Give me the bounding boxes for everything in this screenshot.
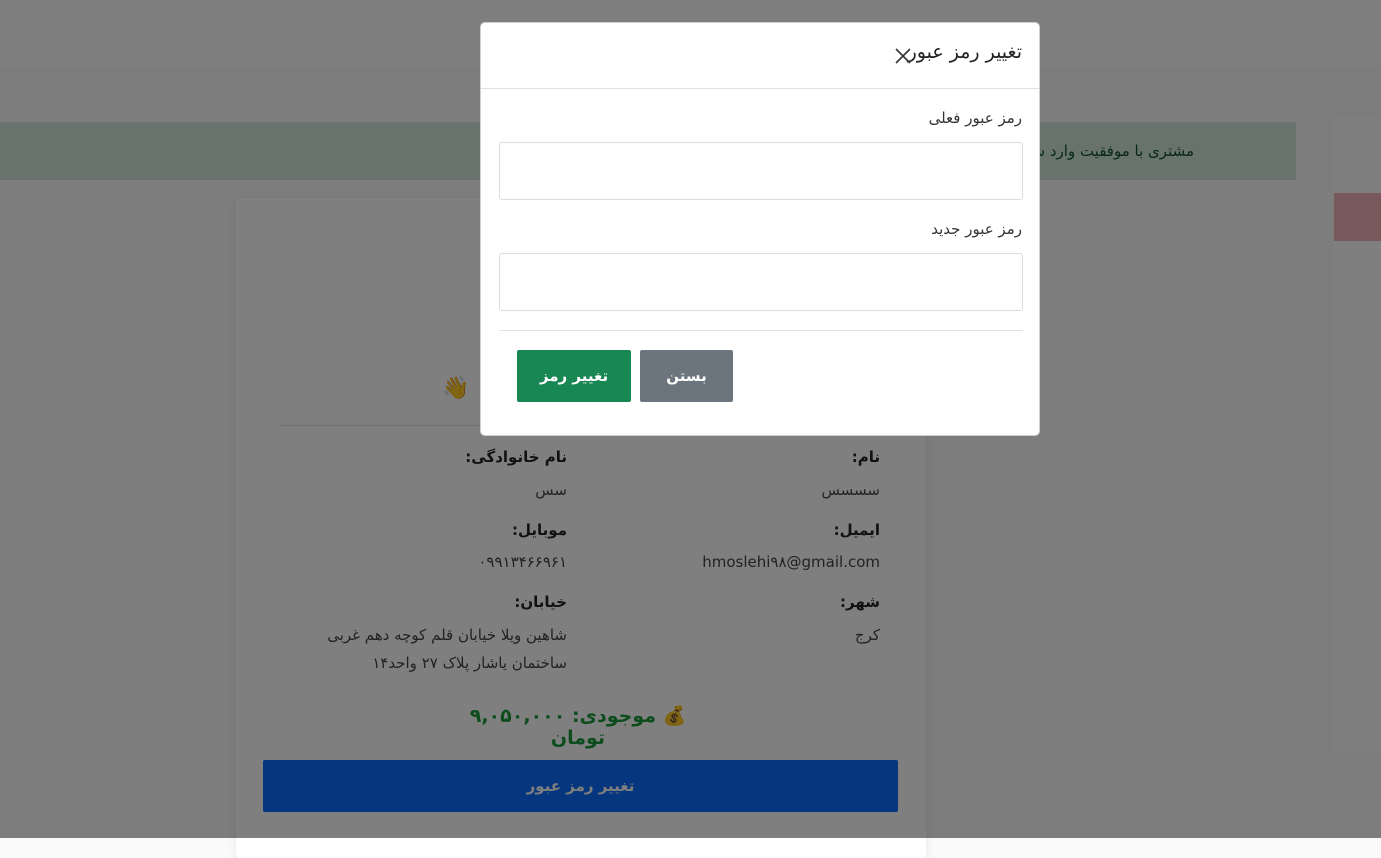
current-password-input[interactable]: [499, 142, 1023, 200]
new-password-input[interactable]: [499, 253, 1023, 311]
close-button[interactable]: بستن: [640, 350, 733, 402]
submit-change-password-button[interactable]: تغییر رمز: [517, 350, 631, 402]
current-password-label: رمز عبور فعلی: [928, 109, 1022, 127]
new-password-label: رمز عبور جدید: [931, 220, 1022, 238]
modal-footer-divider: [499, 330, 1023, 331]
close-icon[interactable]: [894, 47, 912, 65]
change-password-modal: تغییر رمز عبور رمز عبور فعلی رمز عبور جد…: [480, 22, 1040, 436]
modal-title: تغییر رمز عبور: [907, 41, 1022, 63]
modal-header: تغییر رمز عبور: [481, 23, 1039, 89]
